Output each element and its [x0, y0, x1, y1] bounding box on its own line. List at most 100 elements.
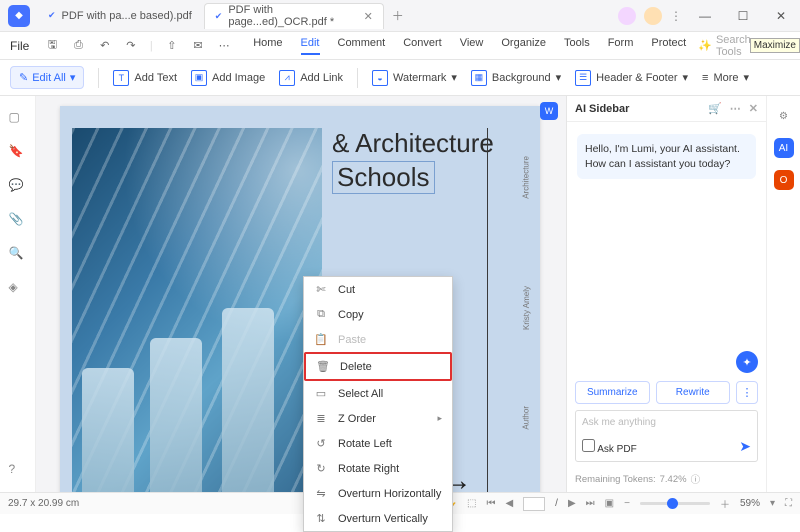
settings-icon[interactable]: ⚙	[774, 106, 794, 126]
summarize-button[interactable]: Summarize	[575, 381, 650, 404]
separator	[98, 68, 99, 88]
close-icon[interactable]: ✕	[749, 102, 758, 115]
attachment-icon[interactable]: 📎	[9, 212, 27, 230]
rewrite-button[interactable]: Rewrite	[656, 381, 731, 404]
ask-pdf-checkbox[interactable]	[582, 439, 595, 452]
menu-convert[interactable]: Convert	[403, 37, 442, 55]
menu-form[interactable]: Form	[608, 37, 634, 55]
add-text-button[interactable]: TAdd Text	[113, 70, 177, 86]
document-canvas[interactable]: & Architecture Schools Architecture Kris…	[36, 96, 566, 492]
send-icon[interactable]: ➤	[739, 438, 751, 455]
undo-icon[interactable]: ↶	[98, 37, 112, 55]
file-menu[interactable]: File	[6, 39, 33, 53]
page-headline[interactable]: & Architecture	[332, 128, 494, 159]
prev-page-icon[interactable]: ◀	[505, 498, 513, 509]
ai-more-button[interactable]: ⋮	[736, 381, 758, 404]
ctx-overturn-v[interactable]: ⇅Overturn Vertically	[304, 506, 452, 531]
edit-all-button[interactable]: ✎ Edit All ▾	[10, 66, 84, 89]
first-page-icon[interactable]: ⏮	[486, 498, 495, 509]
comment-icon[interactable]: 💬	[9, 178, 27, 196]
ctx-paste: 📋Paste	[304, 327, 452, 352]
menu-tools[interactable]: Tools	[564, 37, 590, 55]
ctx-label: Rotate Left	[338, 438, 392, 450]
header-footer-button[interactable]: ☰Header & Footer▾	[575, 70, 688, 86]
next-page-icon[interactable]: ▶	[568, 498, 576, 509]
ai-input-box[interactable]: Ask me anything Ask PDF ➤	[575, 410, 758, 462]
ctx-overturn-h[interactable]: ⇋Overturn Horizontally	[304, 481, 452, 506]
ctx-cut[interactable]: ✄Cut	[304, 277, 452, 302]
fit-page-icon[interactable]: ▣	[605, 498, 614, 509]
fullscreen-icon[interactable]: ⛶	[785, 498, 792, 509]
layers-icon[interactable]: ◈	[9, 280, 27, 298]
add-link-button[interactable]: ⩘Add Link	[279, 70, 343, 86]
check-icon: ✔	[215, 11, 223, 22]
watermark-button[interactable]: ◒Watermark▾	[372, 70, 457, 86]
window-maximize-button[interactable]: ☐	[728, 3, 758, 29]
search-icon[interactable]: 🔍	[9, 246, 27, 264]
bookmark-icon[interactable]: 🔖	[9, 144, 27, 162]
ctx-copy[interactable]: ⧉Copy	[304, 302, 452, 327]
thumbnails-icon[interactable]: ▢	[9, 110, 27, 128]
select-tool-icon[interactable]: ⬚	[467, 498, 476, 509]
page-input[interactable]	[523, 497, 545, 511]
zoom-slider[interactable]	[640, 502, 710, 505]
ctx-select-all[interactable]: ▭Select All	[304, 381, 452, 406]
scroll-bottom-icon[interactable]: ✦	[736, 351, 758, 373]
menu-edit[interactable]: Edit	[301, 37, 320, 55]
word-badge-icon[interactable]: W	[540, 102, 558, 120]
zoom-out-icon[interactable]: −	[624, 498, 630, 509]
zoom-value: 59%	[740, 498, 760, 509]
window-close-button[interactable]: ✕	[766, 3, 796, 29]
menu-view[interactable]: View	[460, 37, 484, 55]
cart-icon[interactable]: 🛒	[708, 102, 722, 115]
tab-active[interactable]: ✔ PDF with page...ed)_OCR.pdf * ✕	[204, 3, 384, 29]
save-icon[interactable]: 🖫	[45, 37, 59, 55]
office-icon[interactable]: O	[774, 170, 794, 190]
info-icon[interactable]: ⓘ	[691, 472, 701, 486]
last-page-icon[interactable]: ⏭	[586, 498, 595, 509]
help-icon[interactable]: ?	[9, 462, 27, 480]
mail-icon[interactable]: ✉	[191, 37, 205, 55]
menu-protect[interactable]: Protect	[651, 37, 686, 55]
menu-organize[interactable]: Organize	[501, 37, 546, 55]
ai-toggle-icon[interactable]: AI	[774, 138, 794, 158]
window-minimize-button[interactable]: —	[690, 3, 720, 29]
ctx-rotate-left[interactable]: ↺Rotate Left	[304, 431, 452, 456]
ctx-label: Overturn Vertically	[338, 513, 428, 525]
menu-home[interactable]: Home	[253, 37, 282, 55]
zoom-in-icon[interactable]: ＋	[720, 496, 730, 511]
ctx-z-order[interactable]: ≣Z Order▸	[304, 406, 452, 431]
more-icon[interactable]: ⋯	[217, 37, 231, 55]
toolbar-label: Background	[492, 72, 551, 84]
share-icon[interactable]: ⇧	[165, 37, 179, 55]
ai-sidebar-header: AI Sidebar 🛒 ⋯ ✕	[567, 96, 766, 122]
tokens-value: 7.42%	[660, 474, 687, 485]
kebab-icon[interactable]: ⋮	[670, 9, 682, 23]
ai-footer: Remaining Tokens: 7.42% ⓘ	[567, 468, 766, 492]
zoom-dropdown-icon[interactable]: ▾	[770, 498, 775, 509]
page-image[interactable]	[72, 128, 322, 492]
redo-icon[interactable]: ↷	[124, 37, 138, 55]
flip-h-icon: ⇋	[314, 487, 328, 500]
print-icon[interactable]: ⎙	[71, 37, 85, 55]
new-tab-button[interactable]: ＋	[386, 7, 410, 24]
ctx-rotate-right[interactable]: ↻Rotate Right	[304, 456, 452, 481]
slider-thumb[interactable]	[667, 498, 678, 509]
titlebar: ◆ ✔ PDF with pa...e based).pdf ✔ PDF wit…	[0, 0, 800, 32]
tab-inactive[interactable]: ✔ PDF with pa...e based).pdf	[38, 3, 202, 29]
background-button[interactable]: ▦Background▾	[471, 70, 561, 86]
right-sidebar: ⚙ AI O	[766, 96, 800, 492]
image-icon: ▣	[191, 70, 207, 86]
main-menus: Home Edit Comment Convert View Organize …	[253, 37, 686, 55]
more-button[interactable]: ≡More▾	[702, 71, 749, 84]
hamburger-icon: ≡	[702, 72, 708, 84]
more-icon[interactable]: ⋯	[730, 102, 741, 115]
close-tab-icon[interactable]: ✕	[364, 10, 373, 23]
menu-comment[interactable]: Comment	[338, 37, 386, 55]
page-of: /	[555, 498, 558, 509]
ctx-delete[interactable]: 🗑Delete	[304, 352, 452, 381]
add-image-button[interactable]: ▣Add Image	[191, 70, 265, 86]
page-subhead-selected[interactable]: Schools	[332, 161, 435, 194]
account-avatar-icon[interactable]	[618, 7, 636, 25]
upgrade-icon[interactable]	[644, 7, 662, 25]
